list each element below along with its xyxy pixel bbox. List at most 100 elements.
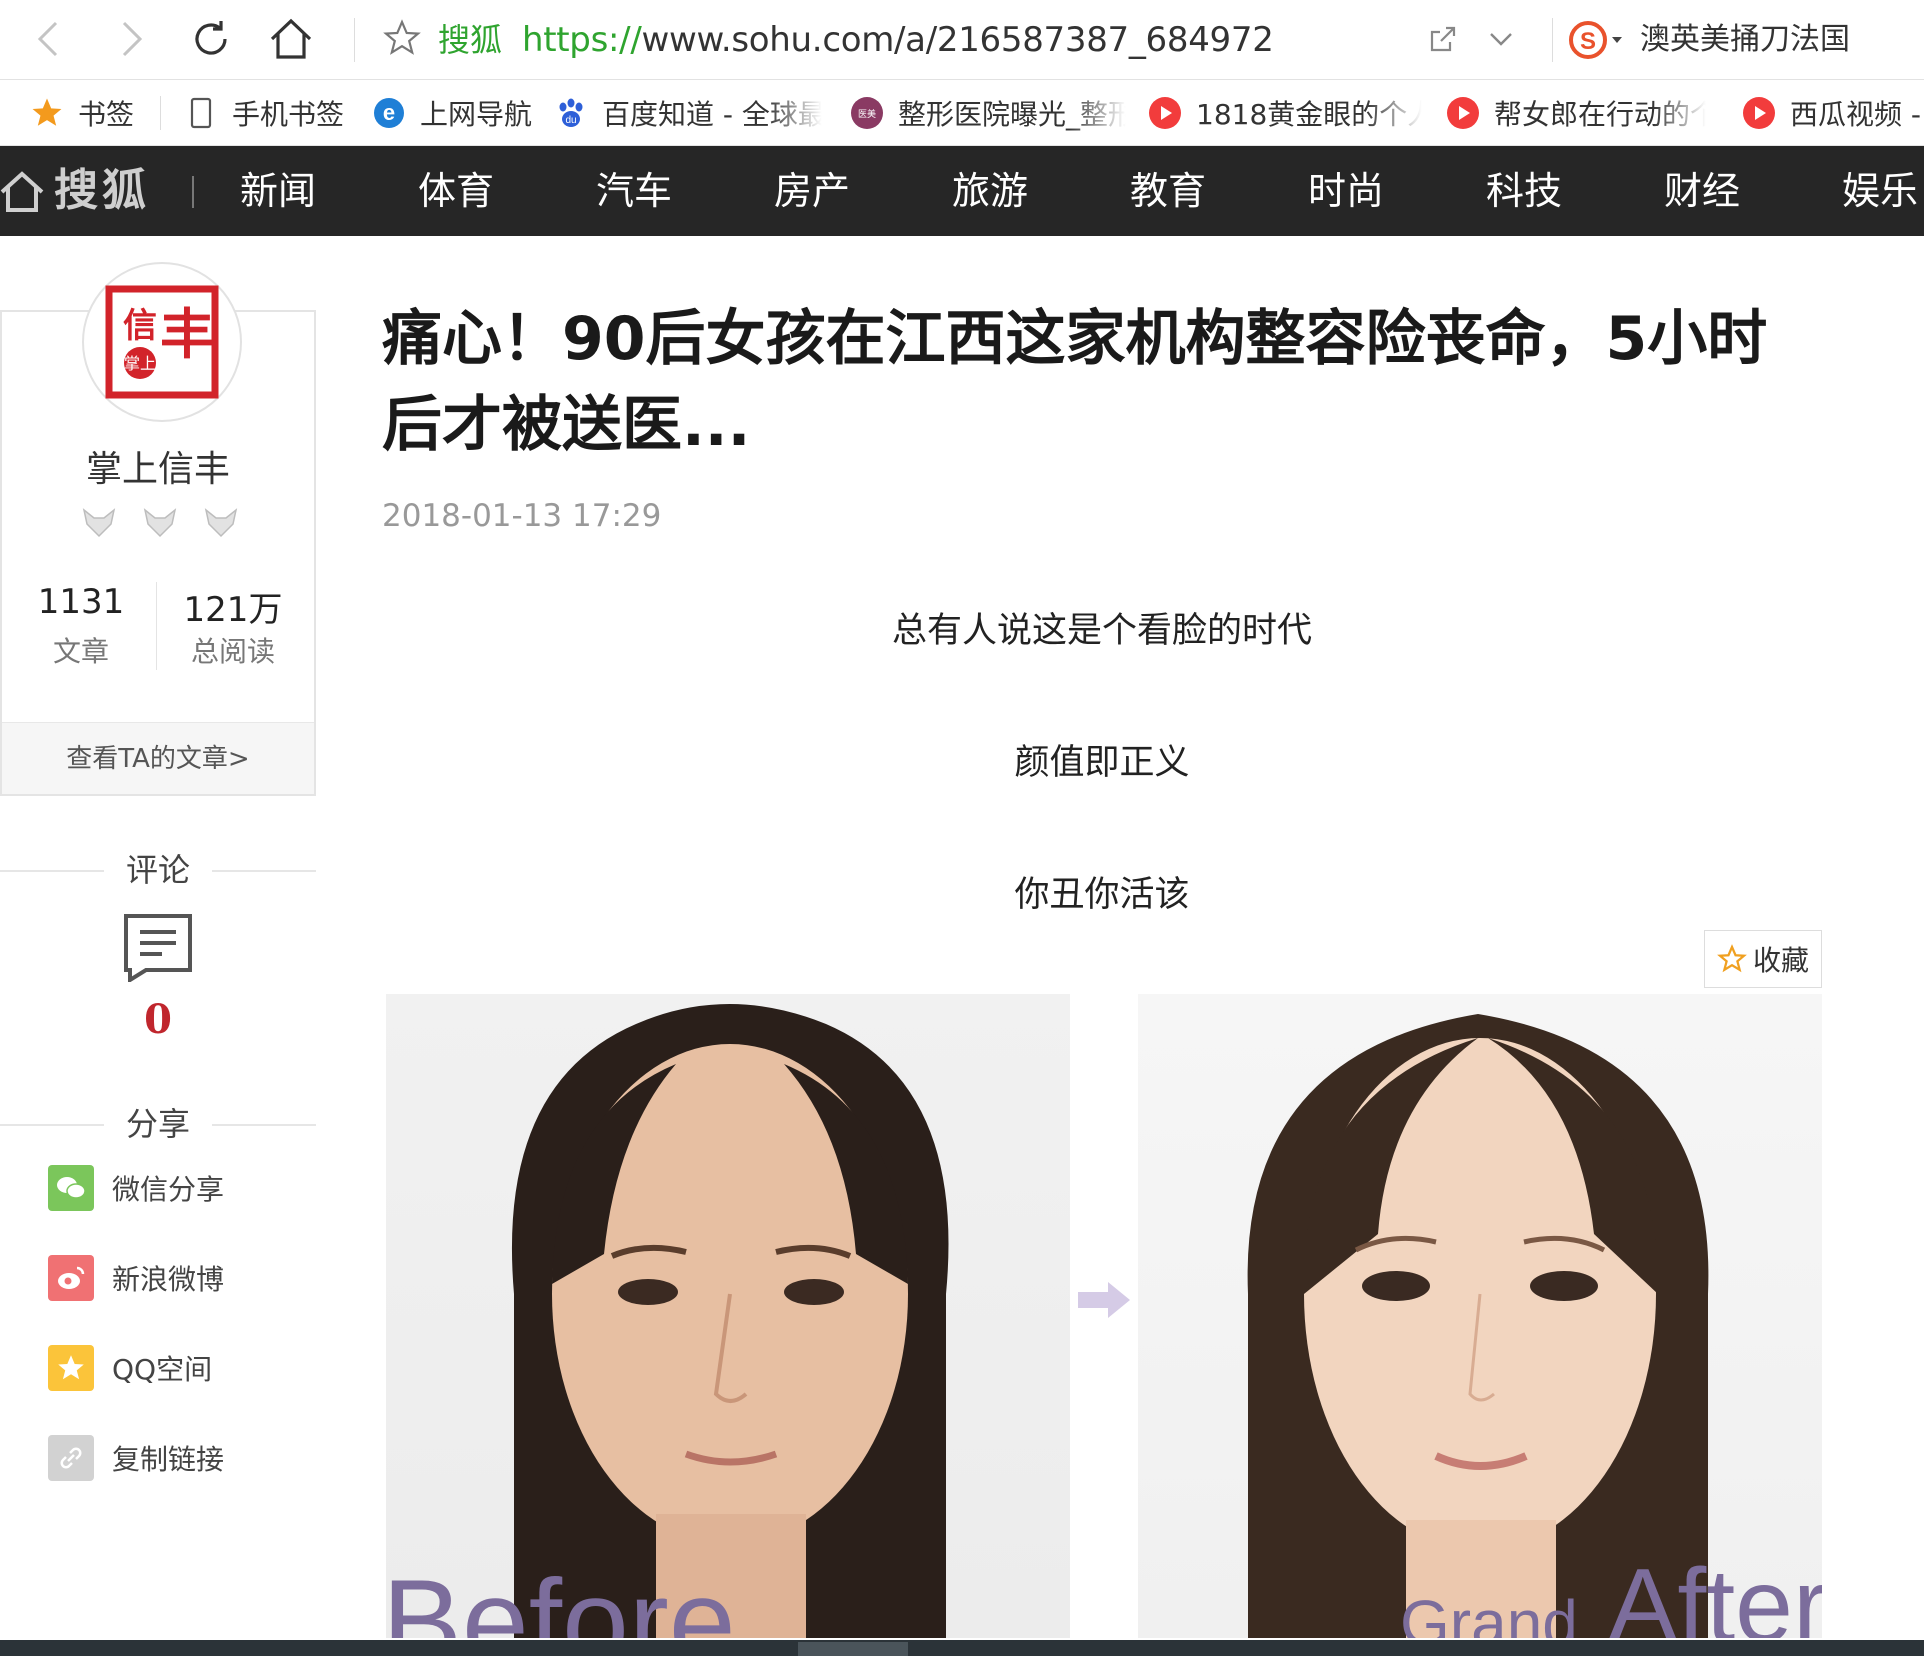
bookmark-item-baidu-zhidao[interactable]: du 百度知道 - 全球最 <box>554 80 824 146</box>
fox-badge-icon <box>143 508 177 538</box>
before-face-image: Before <box>386 994 1070 1638</box>
nav-item-finance[interactable]: 财经 <box>1664 146 1740 236</box>
comments-heading-label: 评论 <box>125 851 190 889</box>
author-rank-badges <box>80 504 240 548</box>
home-icon <box>0 171 44 212</box>
svg-text:e: e <box>383 100 395 125</box>
url-path: www.sohu.com/a/216587387_684972 <box>641 20 1274 60</box>
after-face-image: Grand After <box>1138 994 1822 1638</box>
nav-item-auto[interactable]: 汽车 <box>596 146 672 236</box>
nav-item-travel[interactable]: 旅游 <box>952 146 1028 236</box>
favorite-button[interactable]: 收藏 <box>1704 930 1822 988</box>
chevron-down-icon <box>1490 33 1512 46</box>
article-title: 痛心！90后女孩在江西这家机构整容险丧命，5小时后才被送医... <box>382 304 1768 460</box>
bookmark-label: 手机书签 <box>232 98 345 131</box>
share-page-button[interactable] <box>1418 14 1468 64</box>
share-label: 新浪微博 <box>112 1263 225 1296</box>
share-icon <box>1430 26 1456 52</box>
url-scheme: https:// <box>522 20 642 60</box>
xigua-play-icon <box>1446 96 1480 130</box>
comment-icon[interactable] <box>122 912 194 984</box>
reads-count: 121万 <box>183 590 283 630</box>
author-name[interactable]: 掌上信丰 <box>0 440 316 492</box>
forward-button[interactable] <box>106 14 156 64</box>
avatar-char-3: 掌上 <box>124 354 156 373</box>
bookmark-item-bookmarks[interactable]: 书签 <box>30 80 150 146</box>
scrollbar-thumb[interactable] <box>798 1642 908 1656</box>
home-button[interactable] <box>266 14 316 64</box>
nav-item-entertainment[interactable]: 娱乐 <box>1842 146 1918 236</box>
articles-count: 1131 <box>37 582 125 622</box>
svg-text:du: du <box>565 115 576 126</box>
bookmark-item-1818[interactable]: 1818黄金眼的个人 <box>1148 80 1424 146</box>
qzone-star-icon <box>48 1345 94 1391</box>
reads-label: 总阅读 <box>190 635 275 668</box>
bookmark-label: 百度知道 - 全球最 <box>602 98 822 131</box>
share-label: 复制链接 <box>112 1443 225 1476</box>
copy-link-button[interactable]: 复制链接 <box>48 1434 224 1482</box>
browser-toolbar: 搜狐 https://www.sohu.com/a/216587387_6849… <box>0 0 1924 80</box>
chevron-left-icon <box>37 21 58 57</box>
star-outline-icon <box>383 19 421 55</box>
phone-icon <box>184 96 218 130</box>
fox-badge-icon <box>82 508 116 538</box>
back-button[interactable] <box>24 14 74 64</box>
reload-button[interactable] <box>186 14 236 64</box>
nav-item-news[interactable]: 新闻 <box>240 146 316 236</box>
share-label: QQ空间 <box>112 1353 213 1386</box>
horizontal-scrollbar[interactable] <box>0 1640 1924 1656</box>
share-weibo-button[interactable]: 新浪微博 <box>48 1254 224 1302</box>
articles-label: 文章 <box>52 635 109 668</box>
bookmark-divider <box>160 96 161 130</box>
share-label: 微信分享 <box>112 1173 225 1206</box>
author-avatar[interactable]: 信 丰 掌上 <box>82 262 242 422</box>
search-box[interactable]: 澳英美捅刀法国 <box>1640 18 1850 62</box>
bookmark-item-bangnvlang[interactable]: 帮女郎在行动的个 <box>1446 80 1708 146</box>
search-engine-selector[interactable]: S <box>1568 18 1624 62</box>
ie-e-icon: e <box>372 96 406 130</box>
xigua-play-icon <box>1742 96 1776 130</box>
bookmark-item-nav[interactable]: e 上网导航 <box>372 80 532 146</box>
link-icon <box>48 1435 94 1481</box>
sohu-logo[interactable]: 搜狐 <box>54 164 150 218</box>
share-qzone-button[interactable]: QQ空间 <box>48 1344 212 1392</box>
site-home-link[interactable] <box>0 166 44 216</box>
bookmark-label: 书签 <box>78 98 135 131</box>
arrow-right-icon <box>1078 1282 1130 1318</box>
nav-item-tech[interactable]: 科技 <box>1486 146 1562 236</box>
favorite-label: 收藏 <box>1752 944 1809 977</box>
bookmark-item-mobile[interactable]: 手机书签 <box>184 80 354 146</box>
bookmark-item-xigua[interactable]: 西瓜视频 - <box>1742 80 1924 146</box>
bookmark-star-button[interactable] <box>382 18 426 62</box>
dropdown-button[interactable] <box>1476 14 1526 64</box>
share-wechat-button[interactable]: 微信分享 <box>48 1164 224 1212</box>
nav-item-fashion[interactable]: 时尚 <box>1308 146 1384 236</box>
fox-badge-icon <box>204 508 238 538</box>
nav-item-house[interactable]: 房产 <box>774 146 850 236</box>
site-avatar-icon: 医美 <box>850 96 884 130</box>
bookmark-label: 帮女郎在行动的个 <box>1494 98 1706 131</box>
sogou-logo-icon: S <box>1569 21 1622 59</box>
bookmark-label: 西瓜视频 - <box>1790 98 1922 131</box>
seal-logo-icon: 信 丰 掌上 <box>105 285 219 399</box>
baidu-paw-icon: du <box>554 96 588 130</box>
address-bar[interactable]: https://www.sohu.com/a/216587387_684972 <box>522 18 1274 62</box>
avatar-char-2: 丰 <box>160 302 214 366</box>
bookmarks-bar: 书签 手机书签 e 上网导航 du 百度知道 - 全球最 医美 整形医院曝光_整… <box>0 80 1924 146</box>
article-paragraph: 颜值即正义 <box>1014 743 1190 783</box>
chevron-right-icon <box>122 21 143 57</box>
home-icon <box>270 18 312 59</box>
toolbar-divider <box>1552 18 1553 62</box>
view-author-articles-link[interactable]: 查看TA的文章> <box>2 722 314 794</box>
bookmark-item-clinic-exposure[interactable]: 医美 整形医院曝光_整形 <box>850 80 1128 146</box>
bookmark-label: 上网导航 <box>420 98 532 131</box>
nav-item-sports[interactable]: 体育 <box>418 146 494 236</box>
article-paragraph: 你丑你活该 <box>1014 875 1190 915</box>
star-outline-icon <box>1717 944 1747 973</box>
article-date: 2018-01-13 17:29 <box>382 498 662 534</box>
comment-count[interactable]: 0 <box>0 996 316 1043</box>
toolbar-divider <box>354 18 355 62</box>
nav-item-education[interactable]: 教育 <box>1130 146 1206 236</box>
after-label-prefix: Grand <box>1400 1587 1578 1638</box>
stat-divider <box>156 582 157 670</box>
